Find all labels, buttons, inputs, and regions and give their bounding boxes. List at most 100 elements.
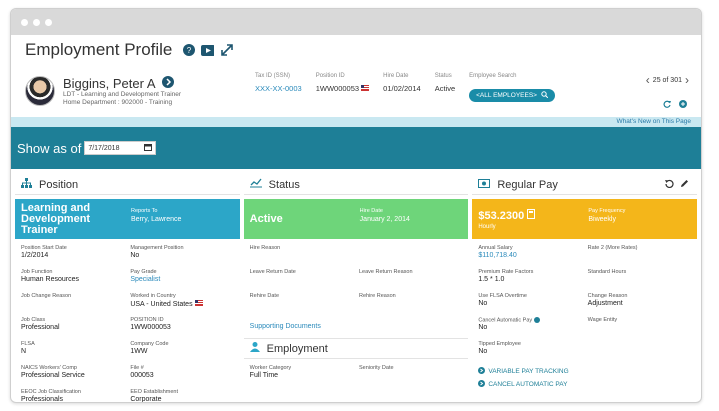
field-value: Professional — [21, 324, 60, 331]
field-value: USA - United States — [130, 301, 193, 308]
field-label: Hire Reason — [249, 245, 281, 251]
field-label: File # — [130, 365, 144, 371]
help-icon[interactable]: ? — [182, 44, 195, 57]
us-flag-icon — [361, 84, 370, 93]
field-label: Job Change Reason — [21, 293, 72, 299]
page-title: Employment Profile — [25, 40, 173, 59]
more-rates-link[interactable]: Rate 2 (More Rates) — [588, 245, 691, 251]
status-hero: Active Hire Date January 2, 2014 — [243, 199, 469, 239]
field-label: Job Class — [21, 317, 46, 323]
status-fields: Hire Reason Leave Return Date Leave Retu… — [244, 239, 469, 317]
refresh-icon[interactable] — [663, 95, 671, 113]
info-icon[interactable] — [533, 317, 540, 323]
app-window: Employment Profile ? Biggins, Peter A LD… — [10, 8, 702, 403]
window-dot[interactable] — [33, 18, 40, 26]
field-value: Full Time — [249, 372, 279, 379]
field-label: Position Start Date — [21, 245, 67, 251]
line-chart-icon — [249, 178, 262, 191]
field-label: Company Code — [130, 341, 169, 347]
org-chart-icon — [21, 178, 32, 191]
employee-search-value: <ALL EMPLOYEES> — [476, 92, 537, 99]
field-value: 000053 — [130, 372, 154, 379]
position-fields: Position Start Date 1/2/2014 Management P… — [15, 239, 240, 403]
status-panel: Status Active Hire Date January 2, 2014 … — [243, 175, 469, 402]
status-value: Active — [434, 84, 456, 93]
field-label: EEO Establishment — [130, 389, 179, 395]
pager-text: 25 of 301 — [652, 76, 682, 84]
regular-pay-panel: Regular Pay $53.2300 Hourly Pay Frequenc… — [472, 175, 698, 402]
edit-icon[interactable] — [680, 179, 689, 191]
status-label: Status — [434, 73, 452, 79]
tax-id-value[interactable]: XXX-XX-0003 — [255, 84, 302, 93]
chevron-left-icon[interactable]: ‹ — [646, 73, 650, 87]
chevron-right-icon[interactable]: › — [685, 73, 689, 87]
reports-to-value[interactable]: Berry, Lawrence — [131, 216, 181, 223]
cancel-automatic-pay-label: CANCEL AUTOMATIC PAY — [488, 381, 568, 388]
variable-pay-tracking-label: VARIABLE PAY TRACKING — [488, 368, 569, 375]
employee-department: Home Department : 902000 - Training — [63, 98, 173, 106]
field-value: No — [478, 348, 488, 355]
window-dot[interactable] — [45, 18, 52, 26]
status-hire-date-value: January 2, 2014 — [359, 216, 410, 223]
field-label: Wage Entity — [587, 317, 618, 323]
expand-icon[interactable] — [220, 44, 233, 57]
employee-job-title: LDT - Learning and Development Trainer — [63, 90, 182, 98]
employment-fields: Worker Category Full Time Seniority Date — [244, 359, 469, 389]
show-as-date-input[interactable]: 7/17/2018 — [84, 141, 157, 155]
pay-grade-link[interactable]: Specialist — [130, 276, 233, 283]
regular-pay-panel-title: Regular Pay — [497, 178, 558, 191]
video-icon[interactable] — [201, 44, 215, 57]
supporting-documents-link[interactable]: Supporting Documents — [244, 317, 469, 330]
chevron-circle-icon — [478, 380, 486, 389]
position-hero: Learning and Development Trainer Reports… — [15, 199, 240, 239]
field-label: Management Position — [130, 245, 184, 251]
hire-date-value: 01/02/2014 — [383, 84, 421, 93]
pay-hero-unit: Hourly — [478, 223, 496, 230]
window-dot[interactable] — [21, 18, 28, 26]
field-label: Worker Category — [249, 365, 292, 371]
status-hero-title: Active — [249, 212, 283, 225]
field-label: Leave Return Date — [249, 269, 296, 275]
field-label: Rehire Date — [249, 293, 280, 299]
whats-new-link[interactable]: What's New on This Page — [11, 117, 701, 127]
field-value: No — [478, 300, 488, 307]
variable-pay-tracking-link[interactable]: VARIABLE PAY TRACKING — [472, 365, 697, 378]
avatar — [25, 76, 55, 106]
field-value: Human Resources — [21, 276, 79, 283]
search-icon — [541, 91, 549, 100]
field-label: Pay Grade — [130, 269, 157, 275]
hire-date-label: Hire Date — [383, 73, 409, 79]
status-panel-title: Status — [268, 178, 300, 191]
field-label: NAICS Workers' Comp — [21, 365, 77, 371]
us-flag-icon — [194, 300, 203, 308]
show-as-label: Show as of — [17, 140, 82, 156]
field-value: 1WW000053 — [130, 324, 171, 331]
annual-salary-link[interactable]: $110,718.40 — [478, 252, 581, 259]
employee-search-button[interactable]: <ALL EMPLOYEES> — [469, 89, 555, 102]
field-value: Professionals — [21, 396, 64, 403]
history-icon[interactable] — [665, 179, 674, 191]
field-label: Seniority Date — [359, 365, 394, 371]
field-value: Corporate — [130, 396, 162, 403]
position-hero-title: Learning and Development Trainer — [21, 201, 91, 236]
pay-fields: Annual Salary $110,718.40 Rate 2 (More Ra… — [472, 239, 697, 365]
position-panel-title: Position — [39, 178, 79, 191]
calculator-icon[interactable] — [527, 208, 536, 222]
cancel-automatic-pay-link[interactable]: CANCEL AUTOMATIC PAY — [472, 378, 697, 391]
employment-panel-title: Employment — [266, 342, 328, 355]
field-label: Annual Salary — [478, 245, 513, 251]
person-icon — [249, 342, 260, 355]
pay-hero-amount: $53.2300 — [478, 209, 525, 222]
calendar-icon[interactable] — [144, 143, 153, 153]
position-id-label: Position ID — [315, 73, 345, 79]
field-label: Rehire Reason — [359, 293, 396, 299]
employment-panel: Employment Worker Category Full Time Seni… — [243, 338, 469, 389]
tax-id-label: Tax ID (SSN) — [255, 73, 291, 79]
add-icon[interactable] — [679, 95, 687, 113]
titlebar — [11, 9, 701, 35]
pay-frequency-value: Biweekly — [588, 216, 616, 223]
pay-frequency-label: Pay Frequency — [588, 208, 626, 214]
field-value: 1WW — [130, 348, 148, 355]
arrow-circle-icon[interactable] — [161, 75, 174, 91]
field-value: Adjustment — [587, 300, 623, 307]
